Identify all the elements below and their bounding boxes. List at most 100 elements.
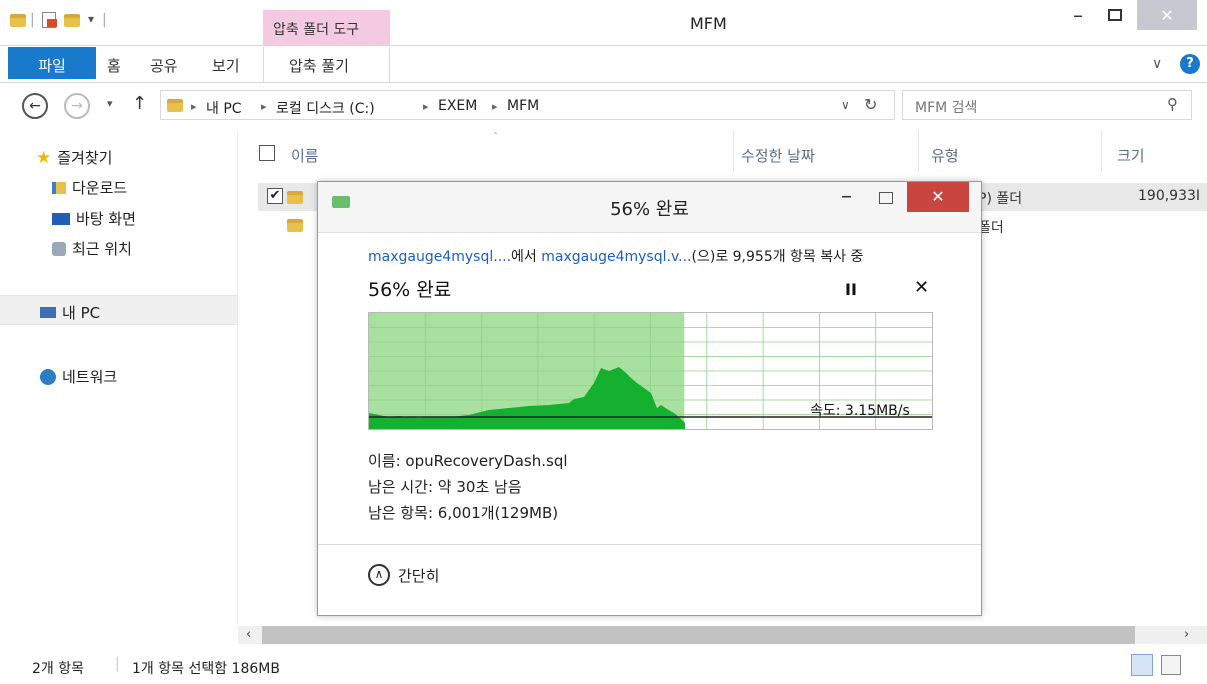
speed-label: 속도: 3.15MB/s bbox=[810, 403, 910, 419]
select-all-checkbox[interactable] bbox=[259, 145, 275, 161]
nav-this-pc[interactable]: 내 PC bbox=[40, 302, 100, 323]
refresh-icon[interactable]: ↻ bbox=[864, 95, 877, 114]
dialog-title-bar: 56% 완료 – ✕ bbox=[318, 182, 981, 232]
navigation-pane: ★ 즐겨찾기 다운로드 바탕 화면 최근 위치 내 PC 네트워크 bbox=[0, 130, 237, 624]
chevron-right-icon[interactable]: ▸ bbox=[191, 100, 197, 113]
nav-downloads-label: 다운로드 bbox=[72, 179, 128, 197]
column-name[interactable]: 이름 bbox=[291, 145, 319, 166]
search-placeholder: MFM 검색 bbox=[915, 100, 978, 116]
chevron-right-icon[interactable]: ▸ bbox=[492, 100, 498, 113]
dialog-minimize-button[interactable]: – bbox=[841, 184, 852, 209]
dialog-close-button[interactable]: ✕ bbox=[907, 182, 969, 212]
computer-icon bbox=[40, 307, 56, 318]
scrollbar-thumb[interactable] bbox=[262, 626, 1135, 644]
nav-desktop[interactable]: 바탕 화면 bbox=[52, 208, 136, 229]
nav-this-pc-row[interactable]: 내 PC bbox=[0, 295, 237, 325]
separator: | bbox=[115, 656, 120, 672]
forward-button[interactable]: → bbox=[64, 93, 90, 119]
close-button[interactable]: ✕ bbox=[1137, 0, 1197, 30]
folder-icon bbox=[167, 99, 183, 112]
nav-this-pc-label: 내 PC bbox=[62, 304, 101, 322]
window-title: MFM bbox=[690, 14, 727, 33]
properties-icon[interactable] bbox=[42, 12, 57, 28]
fewer-details-button[interactable]: ∧ 간단히 bbox=[368, 564, 439, 586]
address-row: ← → ▾ ↑ ▸ 내 PC ▸ 로컬 디스크 (C:) ▸ EXEM ▸ MF… bbox=[0, 84, 1207, 130]
status-bar: 2개 항목 | 1개 항목 선택함 186MB bbox=[0, 650, 1207, 684]
ribbon-tabs: 파일 홈 공유 보기 압축 풀기 ∨ ? bbox=[0, 47, 1207, 83]
copy-text: (으)로 9,955개 항목 복사 중 bbox=[691, 249, 864, 265]
chevron-right-icon[interactable]: ▸ bbox=[261, 100, 267, 113]
nav-downloads[interactable]: 다운로드 bbox=[52, 177, 127, 198]
column-divider[interactable] bbox=[733, 130, 734, 172]
from-text: 에서 bbox=[511, 249, 542, 265]
nav-favorites-label: 즐겨찾기 bbox=[57, 149, 113, 167]
column-date[interactable]: 수정한 날짜 bbox=[741, 145, 815, 166]
network-globe-icon bbox=[40, 368, 56, 385]
compressed-folder-tools-tab[interactable]: 압축 폴더 도구 bbox=[263, 10, 390, 46]
cancel-copy-button[interactable]: ✕ bbox=[914, 277, 929, 298]
nav-recent-label: 최근 위치 bbox=[72, 240, 132, 258]
row-size: 190,933I bbox=[1138, 188, 1201, 204]
separator: | bbox=[30, 12, 35, 28]
sort-ascending-icon: ˆ bbox=[493, 132, 498, 143]
address-dropdown-icon[interactable]: ∨ bbox=[841, 98, 850, 112]
tab-share[interactable]: 공유 bbox=[150, 47, 178, 83]
recent-places-icon bbox=[52, 241, 66, 256]
nav-favorites[interactable]: ★ 즐겨찾기 bbox=[36, 147, 113, 168]
items-remaining: 남은 항목: 6,001개(129MB) bbox=[368, 504, 559, 522]
address-bar[interactable]: ▸ 내 PC ▸ 로컬 디스크 (C:) ▸ EXEM ▸ MFM ∨ ↻ bbox=[160, 90, 895, 120]
column-type[interactable]: 유형 bbox=[931, 145, 959, 166]
destination-link[interactable]: maxgauge4mysql.v... bbox=[541, 249, 691, 265]
star-icon: ★ bbox=[36, 147, 52, 168]
zip-folder-icon bbox=[287, 191, 303, 204]
minimize-button[interactable]: – bbox=[1063, 0, 1093, 30]
breadcrumb-exem[interactable]: EXEM bbox=[438, 98, 477, 114]
back-button[interactable]: ← bbox=[22, 93, 48, 119]
breadcrumb-local-disk[interactable]: 로컬 디스크 (C:) bbox=[276, 98, 375, 118]
title-bar: | ▾ | 압축 폴더 도구 MFM – ✕ bbox=[0, 0, 1207, 46]
chevron-right-icon[interactable]: ▸ bbox=[423, 100, 429, 113]
recent-locations-icon[interactable]: ▾ bbox=[107, 97, 113, 110]
current-file-name: 이름: opuRecoveryDash.sql bbox=[368, 452, 568, 470]
dialog-maximize-button[interactable] bbox=[879, 192, 893, 204]
scroll-right-icon[interactable]: › bbox=[1184, 627, 1189, 642]
ribbon-expand-icon[interactable]: ∨ bbox=[1152, 56, 1162, 72]
maximize-button[interactable] bbox=[1098, 0, 1132, 30]
breadcrumb-pc[interactable]: 내 PC bbox=[206, 98, 242, 118]
pause-button[interactable]: II bbox=[845, 280, 857, 299]
search-icon[interactable]: ⚲ bbox=[1167, 95, 1178, 113]
divider bbox=[318, 232, 981, 233]
nav-recent[interactable]: 최근 위치 bbox=[52, 238, 132, 259]
details-view-icon[interactable] bbox=[1131, 654, 1153, 676]
separator: | bbox=[102, 12, 107, 28]
up-arrow-icon[interactable]: ↑ bbox=[132, 93, 147, 114]
breadcrumb-mfm[interactable]: MFM bbox=[507, 98, 539, 114]
column-divider[interactable] bbox=[1101, 130, 1102, 172]
column-divider[interactable] bbox=[918, 130, 919, 172]
quick-access-dropdown-icon[interactable]: ▾ bbox=[88, 12, 94, 26]
source-link[interactable]: maxgauge4mysql.... bbox=[368, 249, 511, 265]
tab-file[interactable]: 파일 bbox=[8, 47, 96, 79]
tab-extract[interactable]: 압축 풀기 bbox=[289, 47, 349, 83]
folder-icon bbox=[287, 219, 303, 232]
tab-home[interactable]: 홈 bbox=[107, 47, 121, 83]
nav-network[interactable]: 네트워크 bbox=[40, 366, 117, 387]
search-input[interactable]: MFM 검색 ⚲ bbox=[902, 90, 1192, 120]
desktop-icon bbox=[52, 212, 70, 225]
copy-description: maxgauge4mysql....에서 maxgauge4mysql.v...… bbox=[368, 246, 863, 266]
nav-desktop-label: 바탕 화면 bbox=[76, 210, 136, 228]
scroll-left-icon[interactable]: ‹ bbox=[246, 627, 251, 642]
pane-divider bbox=[237, 130, 238, 626]
copy-progress-dialog: 56% 완료 – ✕ maxgauge4mysql....에서 maxgauge… bbox=[317, 181, 982, 616]
tab-view[interactable]: 보기 bbox=[212, 47, 240, 83]
chevron-up-icon: ∧ bbox=[368, 564, 390, 586]
help-icon[interactable]: ? bbox=[1180, 54, 1200, 74]
column-size[interactable]: 크기 bbox=[1117, 145, 1145, 166]
new-folder-icon[interactable] bbox=[64, 14, 80, 27]
downloads-folder-icon bbox=[52, 181, 66, 194]
folder-icon bbox=[10, 14, 26, 27]
large-icons-view-icon[interactable] bbox=[1161, 655, 1181, 675]
fewer-details-label: 간단히 bbox=[398, 566, 440, 585]
row-checkbox[interactable]: ✔ bbox=[267, 188, 283, 204]
divider bbox=[318, 544, 981, 545]
